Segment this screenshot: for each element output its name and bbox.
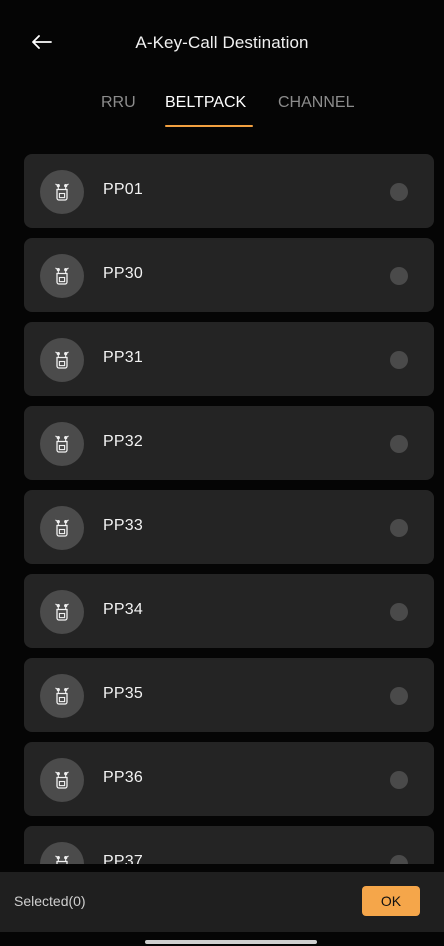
avatar: [40, 758, 84, 802]
item-label: PP36: [103, 769, 143, 786]
header: A-Key-Call Destination: [0, 18, 444, 74]
beltpack-icon: [55, 687, 69, 705]
selection-radio[interactable]: [390, 603, 408, 621]
selection-radio[interactable]: [390, 267, 408, 285]
avatar: [40, 506, 84, 550]
list-item[interactable]: PP31: [24, 322, 434, 396]
list-item[interactable]: PP37: [24, 826, 434, 864]
avatar: [40, 590, 84, 634]
list-item[interactable]: PP30: [24, 238, 434, 312]
beltpack-icon: [55, 183, 69, 201]
selection-radio[interactable]: [390, 183, 408, 201]
avatar: [40, 422, 84, 466]
item-label: PP33: [103, 517, 143, 534]
beltpack-icon: [55, 603, 69, 621]
list-item[interactable]: PP36: [24, 742, 434, 816]
destination-list[interactable]: PP01 PP30 PP31 PP32 PP33 PP34 PP35 PP36 …: [24, 154, 436, 864]
list-item[interactable]: PP01: [24, 154, 434, 228]
list-item[interactable]: PP34: [24, 574, 434, 648]
selection-radio[interactable]: [390, 855, 408, 864]
item-label: PP31: [103, 349, 143, 366]
bottom-bar: Selected(0) OK: [0, 872, 444, 932]
avatar: [40, 254, 84, 298]
list-item[interactable]: PP32: [24, 406, 434, 480]
item-label: PP37: [103, 853, 143, 864]
beltpack-icon: [55, 519, 69, 537]
ok-button[interactable]: OK: [362, 886, 420, 916]
selection-radio[interactable]: [390, 519, 408, 537]
beltpack-icon: [55, 351, 69, 369]
page-title: A-Key-Call Destination: [135, 33, 309, 52]
avatar: [40, 170, 84, 214]
item-label: PP34: [103, 601, 143, 618]
selected-count: Selected(0): [14, 893, 86, 909]
list-item[interactable]: PP35: [24, 658, 434, 732]
home-indicator[interactable]: [145, 940, 317, 944]
selection-radio[interactable]: [390, 351, 408, 369]
selection-radio[interactable]: [390, 435, 408, 453]
tab-beltpack[interactable]: BELTPACK: [165, 94, 246, 112]
selection-radio[interactable]: [390, 687, 408, 705]
tab-bar: RRU BELTPACK CHANNEL: [0, 86, 444, 134]
app-screen: A-Key-Call Destination RRU BELTPACK CHAN…: [0, 0, 444, 946]
avatar: [40, 842, 84, 864]
avatar: [40, 674, 84, 718]
list-item[interactable]: PP33: [24, 490, 434, 564]
item-label: PP01: [103, 181, 143, 198]
beltpack-icon: [55, 771, 69, 789]
beltpack-icon: [55, 267, 69, 285]
beltpack-icon: [55, 435, 69, 453]
avatar: [40, 338, 84, 382]
item-label: PP32: [103, 433, 143, 450]
selection-radio[interactable]: [390, 771, 408, 789]
beltpack-icon: [55, 855, 69, 864]
active-tab-indicator: [165, 125, 253, 127]
item-label: PP30: [103, 265, 143, 282]
tab-rru[interactable]: RRU: [101, 94, 136, 112]
item-label: PP35: [103, 685, 143, 702]
tab-channel[interactable]: CHANNEL: [278, 94, 354, 112]
